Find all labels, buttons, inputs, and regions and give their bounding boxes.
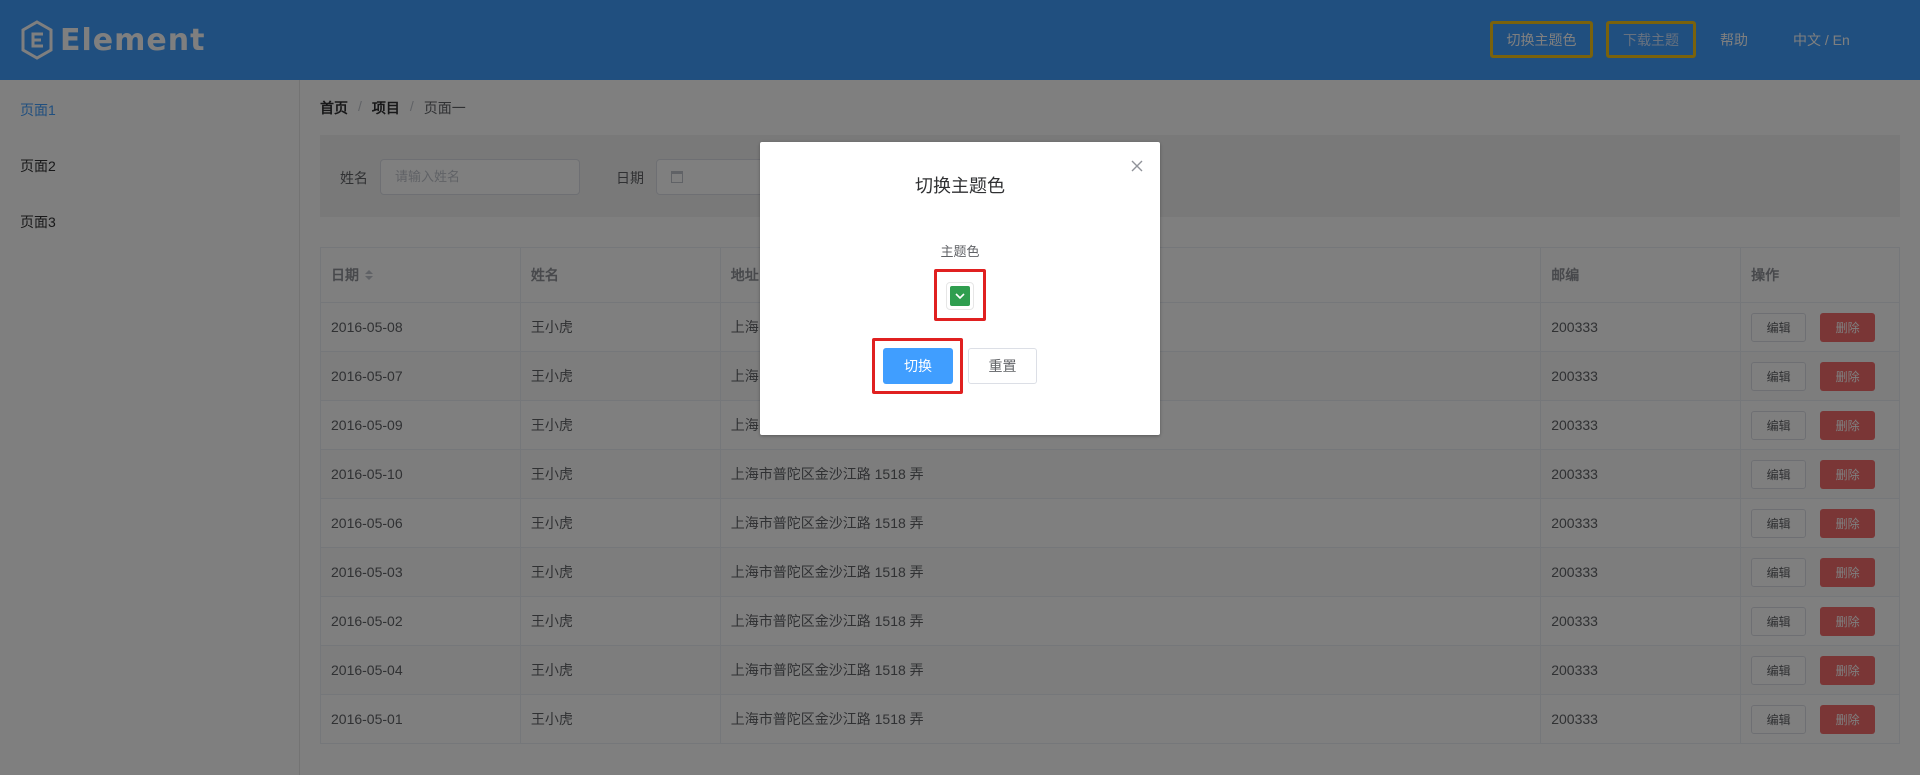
dialog-title: 切换主题色 <box>915 176 1005 196</box>
theme-dialog: 切换主题色 主题色 切换 重置 <box>760 142 1160 435</box>
reset-button[interactable]: 重置 <box>968 348 1037 384</box>
close-icon[interactable] <box>1129 158 1145 174</box>
confirm-switch-button[interactable]: 切换 <box>883 348 953 384</box>
chevron-down-icon <box>955 293 965 300</box>
color-picker[interactable] <box>946 282 974 310</box>
theme-color-label: 主题色 <box>940 244 980 259</box>
color-swatch <box>950 286 970 306</box>
